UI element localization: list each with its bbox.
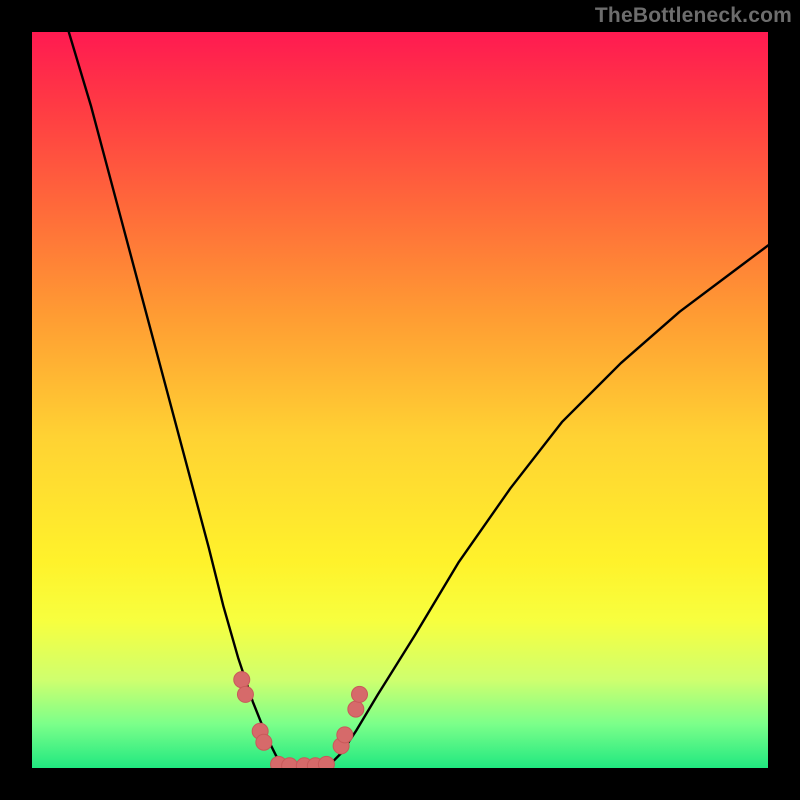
marker-right-upper-a bbox=[348, 701, 364, 717]
chart-svg bbox=[32, 32, 768, 768]
marker-left-upper-a bbox=[234, 672, 250, 688]
chart-plot-area bbox=[32, 32, 768, 768]
marker-right-lower-b bbox=[337, 727, 353, 743]
chart-frame: TheBottleneck.com bbox=[0, 0, 800, 800]
marker-left-lower-b bbox=[256, 734, 272, 750]
watermark-text: TheBottleneck.com bbox=[595, 4, 792, 28]
marker-left-upper-b bbox=[237, 686, 253, 702]
marker-floor-e bbox=[318, 756, 334, 768]
marker-right-upper-b bbox=[352, 686, 368, 702]
bottleneck-curve bbox=[69, 32, 768, 768]
